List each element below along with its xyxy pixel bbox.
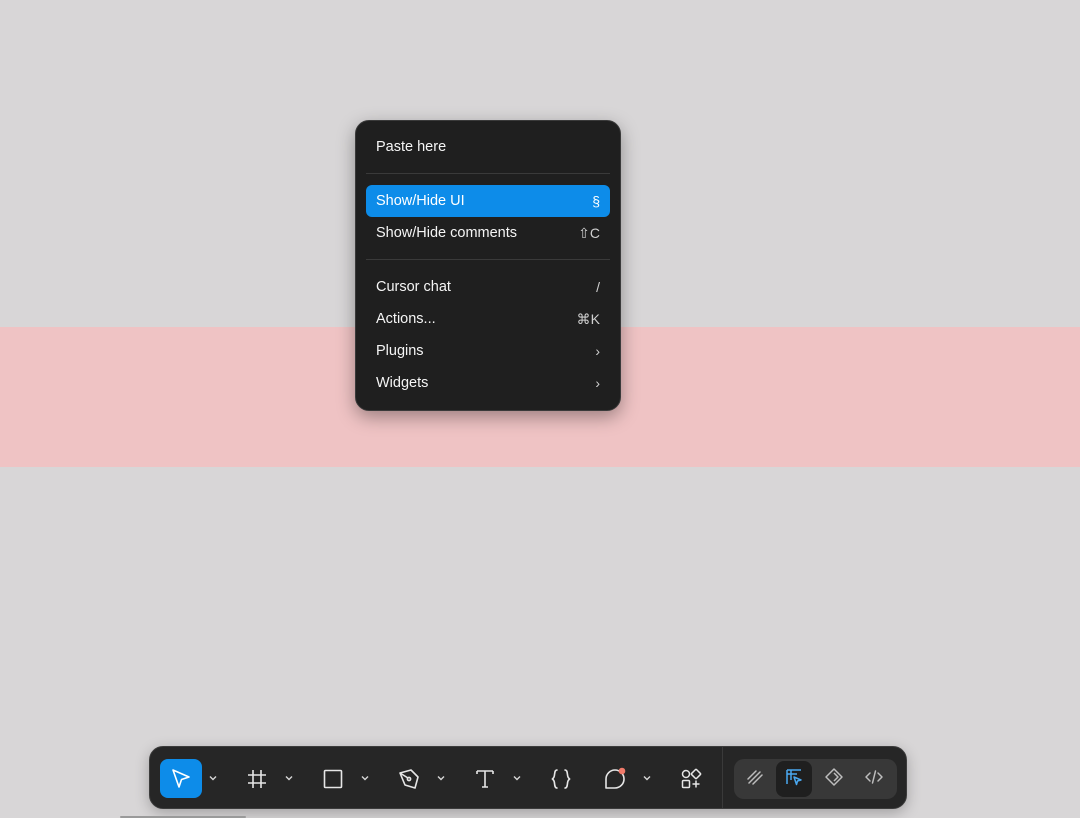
draw-squiggle-icon — [745, 767, 765, 792]
move-tool-dropdown[interactable] — [208, 772, 218, 784]
menu-item-paste-here[interactable]: Paste here — [366, 131, 610, 163]
menu-item-label: Cursor chat — [376, 279, 451, 295]
chevron-down-icon — [513, 775, 521, 781]
chevron-down-icon — [209, 775, 217, 781]
menu-item-plugins[interactable]: Plugins › — [366, 335, 610, 367]
pen-icon — [397, 767, 421, 791]
chevron-right-icon: › — [595, 375, 600, 391]
mode-switcher — [734, 759, 897, 799]
code-tool-button[interactable] — [540, 759, 582, 798]
bottom-toolbar — [149, 746, 907, 809]
cursor-arrow-icon — [169, 767, 193, 791]
menu-item-shortcut: ⌘K — [576, 310, 600, 327]
component-diamond-icon — [824, 767, 844, 792]
frame-tool-button[interactable] — [236, 759, 278, 798]
dev-mode-button[interactable] — [856, 761, 892, 797]
menu-item-label: Widgets — [376, 375, 429, 391]
component-mode-button[interactable] — [816, 761, 852, 797]
resources-tool-button[interactable] — [670, 759, 712, 798]
menu-item-label: Plugins — [376, 343, 424, 359]
text-tool-button[interactable] — [464, 759, 506, 798]
menu-item-label: Show/Hide UI — [376, 193, 465, 209]
pen-tool-dropdown[interactable] — [436, 772, 446, 784]
chevron-right-icon: › — [595, 343, 600, 359]
menu-item-label: Show/Hide comments — [376, 225, 518, 241]
rectangle-icon — [321, 767, 345, 791]
menu-item-label: Actions... — [376, 311, 436, 327]
frame-hash-icon — [245, 767, 269, 791]
chevron-down-icon — [437, 775, 445, 781]
text-t-icon — [473, 767, 497, 791]
menu-item-shortcut: § — [592, 193, 600, 209]
curly-braces-icon — [549, 767, 573, 791]
pen-tool-button[interactable] — [388, 759, 430, 798]
menu-item-label: Paste here — [376, 139, 447, 155]
comment-bubble-icon — [602, 766, 628, 792]
comment-tool-button[interactable] — [594, 759, 636, 798]
menu-item-widgets[interactable]: Widgets › — [366, 367, 610, 399]
comment-tool-dropdown[interactable] — [642, 772, 652, 784]
shape-tool-dropdown[interactable] — [360, 772, 370, 784]
menu-item-show-hide-comments[interactable]: Show/Hide comments ⇧C — [366, 217, 610, 249]
code-brackets-icon — [864, 767, 884, 792]
design-mode-button[interactable] — [776, 761, 812, 797]
toolbar-divider — [722, 747, 723, 808]
chevron-down-icon — [285, 775, 293, 781]
chevron-down-icon — [361, 775, 369, 781]
components-grid-icon — [679, 767, 703, 791]
menu-item-shortcut: / — [596, 279, 600, 295]
menu-separator — [366, 259, 610, 260]
design-select-icon — [784, 767, 804, 792]
frame-tool-dropdown[interactable] — [284, 772, 294, 784]
menu-item-cursor-chat[interactable]: Cursor chat / — [366, 271, 610, 303]
menu-separator — [366, 173, 610, 174]
menu-item-show-hide-ui[interactable]: Show/Hide UI § — [366, 185, 610, 217]
shape-tool-button[interactable] — [312, 759, 354, 798]
menu-item-shortcut: ⇧C — [578, 224, 600, 241]
text-tool-dropdown[interactable] — [512, 772, 522, 784]
move-tool-button[interactable] — [160, 759, 202, 798]
menu-item-actions[interactable]: Actions... ⌘K — [366, 303, 610, 335]
draw-mode-button[interactable] — [737, 761, 773, 797]
chevron-down-icon — [643, 775, 651, 781]
context-menu: Paste here Show/Hide UI § Show/Hide comm… — [355, 120, 621, 411]
